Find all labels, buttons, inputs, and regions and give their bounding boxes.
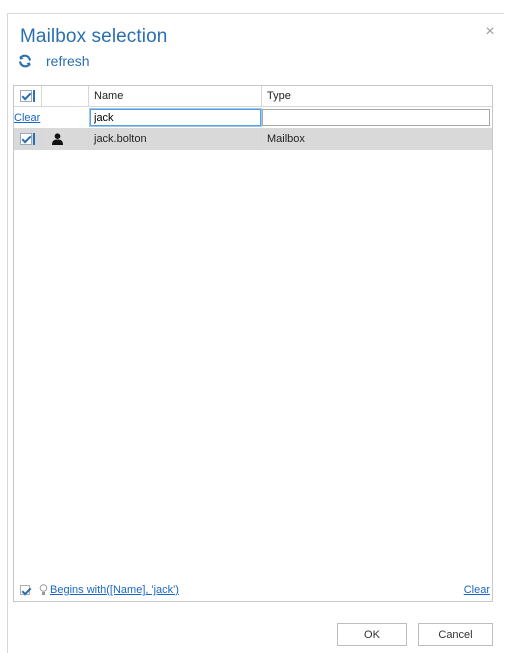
column-header-type[interactable]: Type (262, 86, 492, 106)
filter-footer: Begins with([Name], 'jack') Clear (13, 580, 493, 600)
filter-name-cell (89, 107, 262, 128)
filter-expression-link[interactable]: Begins with([Name], 'jack') (50, 584, 179, 596)
refresh-label: refresh (46, 53, 90, 69)
row-checkbox[interactable] (20, 133, 32, 145)
ok-button[interactable]: OK (337, 623, 407, 646)
filter-clear-link[interactable]: Clear (14, 112, 40, 124)
refresh-button[interactable]: refresh (18, 53, 90, 69)
row-icon-cell (42, 128, 89, 150)
footer-clear-link[interactable]: Clear (464, 584, 490, 596)
column-header-name[interactable]: Name (89, 86, 262, 106)
select-all-checkbox[interactable] (20, 90, 32, 102)
user-icon (52, 133, 63, 145)
icon-column-header (42, 86, 89, 106)
type-filter-input[interactable] (262, 109, 490, 126)
close-icon[interactable]: × (482, 24, 498, 40)
row-type-cell: Mailbox (267, 133, 305, 145)
cancel-button[interactable]: Cancel (418, 623, 493, 646)
filter-clear-cell: Clear (14, 107, 42, 128)
lightbulb-icon (39, 584, 48, 595)
filter-enable-checkbox[interactable] (20, 585, 30, 595)
name-filter-input[interactable] (90, 109, 261, 126)
filter-type-cell (262, 107, 492, 128)
dialog-title: Mailbox selection (20, 26, 168, 47)
select-all-cell[interactable] (14, 86, 42, 106)
grid-header-row: Name Type (14, 86, 492, 107)
filter-row: Clear (14, 107, 492, 128)
row-name-cell: jack.bolton (89, 128, 262, 150)
checkbox-accent (33, 133, 35, 145)
table-row[interactable]: jack.bolton Mailbox (14, 128, 492, 150)
filter-icon-cell (42, 107, 89, 128)
checkbox-accent (33, 90, 35, 102)
refresh-icon (19, 54, 31, 68)
mailbox-grid: Name Type Clear jack.bolton Mailbox (13, 85, 493, 602)
row-select-cell[interactable] (14, 128, 42, 150)
